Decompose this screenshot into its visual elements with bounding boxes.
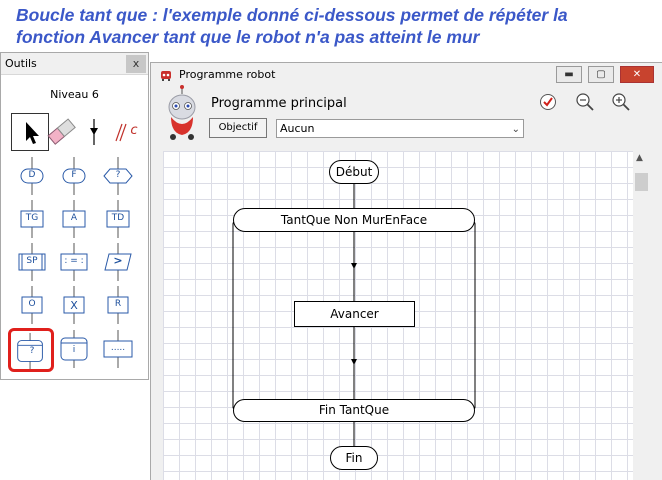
close-button[interactable]: ✕ [620,66,654,83]
outils-titlebar[interactable]: Outils x [1,53,148,75]
heading-line-2: fonction Avancer tant que le robot n'a p… [16,27,480,47]
outils-close-button[interactable]: x [126,55,146,73]
while-loop-block-tool[interactable]: ? [8,328,54,372]
programme-titlebar[interactable]: Programme robot ▬ ▢ ✕ [151,63,662,87]
x-block-label: X [70,299,78,312]
check-validate-icon[interactable] [539,93,557,111]
assignment-block-tool[interactable]: : = : [55,243,93,281]
outils-window: Outils x Niveau 6 c D F ? TG A TD SP: =… [0,52,149,380]
avancer-node[interactable]: Avancer [294,301,415,327]
robot-app-icon [161,71,171,81]
tutorial-heading: Boucle tant que : l'exemple donné ci-des… [16,4,656,48]
debut-node[interactable]: Début [329,160,379,184]
minimize-button[interactable]: ▬ [556,66,582,83]
robot-avatar-icon [168,85,196,140]
comment-tool[interactable]: c [107,113,145,151]
o-block-tool[interactable]: O [13,286,51,324]
condition-block-label: ? [115,170,121,180]
programme-principal-title: Programme principal [211,96,347,111]
objectif-button[interactable]: Objectif [209,118,267,138]
screen: Boucle tant que : l'exemple donné ci-des… [0,0,662,480]
scroll-up-icon[interactable]: ▲ [636,153,643,163]
niveau-label: Niveau 6 [50,88,99,101]
fin-block-tool[interactable]: F [55,157,93,195]
fin-node[interactable]: Fin [330,446,378,470]
outils-title: Outils [5,57,37,70]
o-block-label: O [28,299,36,309]
debut-block-tool[interactable]: D [13,157,51,195]
output-block-tool[interactable]: > [99,243,137,281]
repeat-loop-block-tool[interactable]: i [55,330,93,368]
programme-robot-window: Programme robot ▬ ▢ ✕ Programme principa… [150,62,662,480]
avancer-block-tool[interactable]: A [55,200,93,238]
scrollbar-thumb[interactable] [635,173,648,191]
debut-block-label: D [28,170,36,180]
while-loop-block-label: ? [29,346,35,356]
avancer-block-label: A [70,213,78,223]
assignment-block-label: : = : [64,256,84,266]
generic-block-label: ..... [110,343,126,353]
turn-left-block-tool[interactable]: TG [13,200,51,238]
condition-block-tool[interactable]: ? [99,157,137,195]
heading-line-1: Boucle tant que : l'exemple donné ci-des… [16,5,568,25]
turn-left-block-label: TG [25,213,39,223]
r-block-tool[interactable]: R [99,286,137,324]
objectif-select-value: Aucun [280,122,315,135]
programme-header: Programme principal Objectif Aucun ⌄ [151,85,662,145]
tantque-node[interactable]: TantQue Non MurEnFace [233,208,475,232]
repeat-loop-block-label: i [72,345,76,355]
chevron-down-icon: ⌄ [511,124,520,135]
fin-tantque-node[interactable]: Fin TantQue [233,399,475,422]
maximize-button[interactable]: ▢ [588,66,614,83]
output-block-label: > [113,254,123,267]
zoom-in-icon[interactable] [611,92,631,112]
objectif-select[interactable]: Aucun ⌄ [276,119,524,138]
programme-title: Programme robot [179,68,276,81]
subprogram-block-tool[interactable]: SP [13,243,51,281]
vertical-scrollbar[interactable]: ▲ [633,151,650,480]
comment-label: c [130,123,138,138]
turn-right-block-label: TD [111,213,125,223]
r-block-label: R [114,299,122,309]
turn-right-block-tool[interactable]: TD [99,200,137,238]
flowchart-canvas[interactable]: Début TantQue Non MurEnFace Avancer Fin … [163,151,633,480]
subprogram-block-label: SP [26,256,38,266]
zoom-out-icon[interactable] [575,92,595,112]
x-block-tool[interactable]: X [55,286,93,324]
generic-block-tool[interactable]: ..... [99,330,137,368]
fin-block-label: F [71,170,77,180]
